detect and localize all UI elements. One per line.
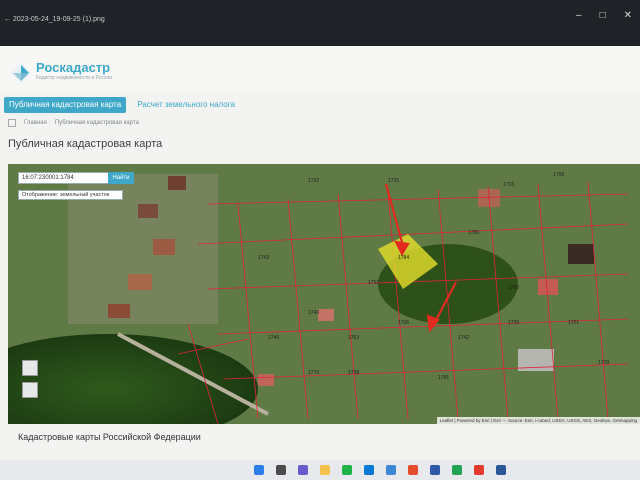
parcel-label[interactable]: 1742 <box>458 335 469 341</box>
app-icon[interactable] <box>430 465 440 475</box>
edge-icon[interactable] <box>364 465 374 475</box>
parcel-label[interactable]: 1743 <box>258 255 269 261</box>
parcel-label[interactable]: 1722 <box>308 178 319 184</box>
parcel-label[interactable]: 1752 <box>368 280 379 286</box>
parcel-label[interactable]: 1786 <box>468 230 479 236</box>
satellite-layer: 1722 1725 1716 1768 1784 1752 1706 1740 … <box>8 164 640 424</box>
start-icon[interactable] <box>254 465 264 475</box>
breadcrumb: Главная Публичная кадастровая карта <box>8 119 139 127</box>
breadcrumb-home[interactable]: Главная <box>24 120 47 126</box>
brand-subtitle: Кадастр недвижимости в России <box>36 75 113 81</box>
browser-page: Роскадастр Кадастр недвижимости в России… <box>0 46 640 460</box>
find-button[interactable]: Найти <box>108 172 134 184</box>
app-icon[interactable] <box>496 465 506 475</box>
home-icon[interactable] <box>8 119 16 127</box>
cadastral-search-input[interactable]: 16:07:230001:1784 <box>18 172 109 184</box>
maximize-icon[interactable]: □ <box>600 10 606 21</box>
taskview-icon[interactable] <box>298 465 308 475</box>
parcel-label[interactable]: 1739 <box>508 320 519 326</box>
app-icon[interactable] <box>386 465 396 475</box>
parcel-label[interactable]: 1706 <box>398 320 409 326</box>
minimize-icon[interactable]: – <box>576 10 582 21</box>
parcel-label[interactable]: 1709 <box>598 360 609 366</box>
footer-caption: Кадастровые карты Российской Федерации <box>18 432 201 442</box>
parcel-label[interactable]: 1740 <box>308 310 319 316</box>
parcel-label[interactable]: 1768 <box>553 172 564 178</box>
parcel-label[interactable]: 1716 <box>503 182 514 188</box>
page-title: Публичная кадастровая карта <box>8 138 163 150</box>
breadcrumb-current: Публичная кадастровая карта <box>54 120 139 126</box>
taskbar <box>0 460 640 480</box>
parcel-label[interactable]: 1763 <box>348 335 359 341</box>
close-icon[interactable]: ✕ <box>624 10 632 21</box>
parcel-label[interactable]: 1700 <box>508 285 519 291</box>
parcel-label[interactable]: 1721 <box>568 320 579 326</box>
parcel-label[interactable]: 1725 <box>388 178 399 184</box>
tab-cadastral-map[interactable]: Публичная кадастровая карта <box>4 97 127 113</box>
site-header: Роскадастр Кадастр недвижимости в России <box>0 46 640 92</box>
brand-name[interactable]: Роскадастр <box>36 60 110 75</box>
tab-land-tax[interactable]: Расчет земельного налога <box>132 97 240 113</box>
parcel-label[interactable]: 1738 <box>348 370 359 376</box>
main-tabs: Публичная кадастровая карта Расчет земел… <box>4 97 240 113</box>
parcel-label[interactable]: 1770 <box>308 370 319 376</box>
monitor-frame: ← 2023-05-24_19-09-25 (1).png – □ ✕ Роск… <box>0 0 640 480</box>
explorer-icon[interactable] <box>320 465 330 475</box>
viewer-titlebar: ← 2023-05-24_19-09-25 (1).png – □ ✕ <box>0 0 640 46</box>
app-icon[interactable] <box>452 465 462 475</box>
display-mode-select[interactable]: Отображение: земельный участок <box>18 190 123 200</box>
chrome-icon[interactable] <box>342 465 352 475</box>
file-name: ← 2023-05-24_19-09-25 (1).png <box>4 16 105 23</box>
parcel-label[interactable]: 1781 <box>438 375 449 381</box>
app-icon[interactable] <box>408 465 418 475</box>
parcel-label-highlight[interactable]: 1784 <box>398 255 409 261</box>
logo-icon[interactable] <box>10 62 32 84</box>
map-attribution[interactable]: Leaflet | Powered by Esri | Esri — Sourc… <box>436 417 640 424</box>
layers-icon[interactable] <box>22 382 38 398</box>
search-icon[interactable] <box>276 465 286 475</box>
parcel-label[interactable]: 1746 <box>268 335 279 341</box>
app-icon[interactable] <box>474 465 484 475</box>
fullscreen-icon[interactable] <box>22 360 38 376</box>
cadastral-map[interactable]: 1722 1725 1716 1768 1784 1752 1706 1740 … <box>8 164 640 424</box>
window-controls: – □ ✕ <box>576 10 632 21</box>
